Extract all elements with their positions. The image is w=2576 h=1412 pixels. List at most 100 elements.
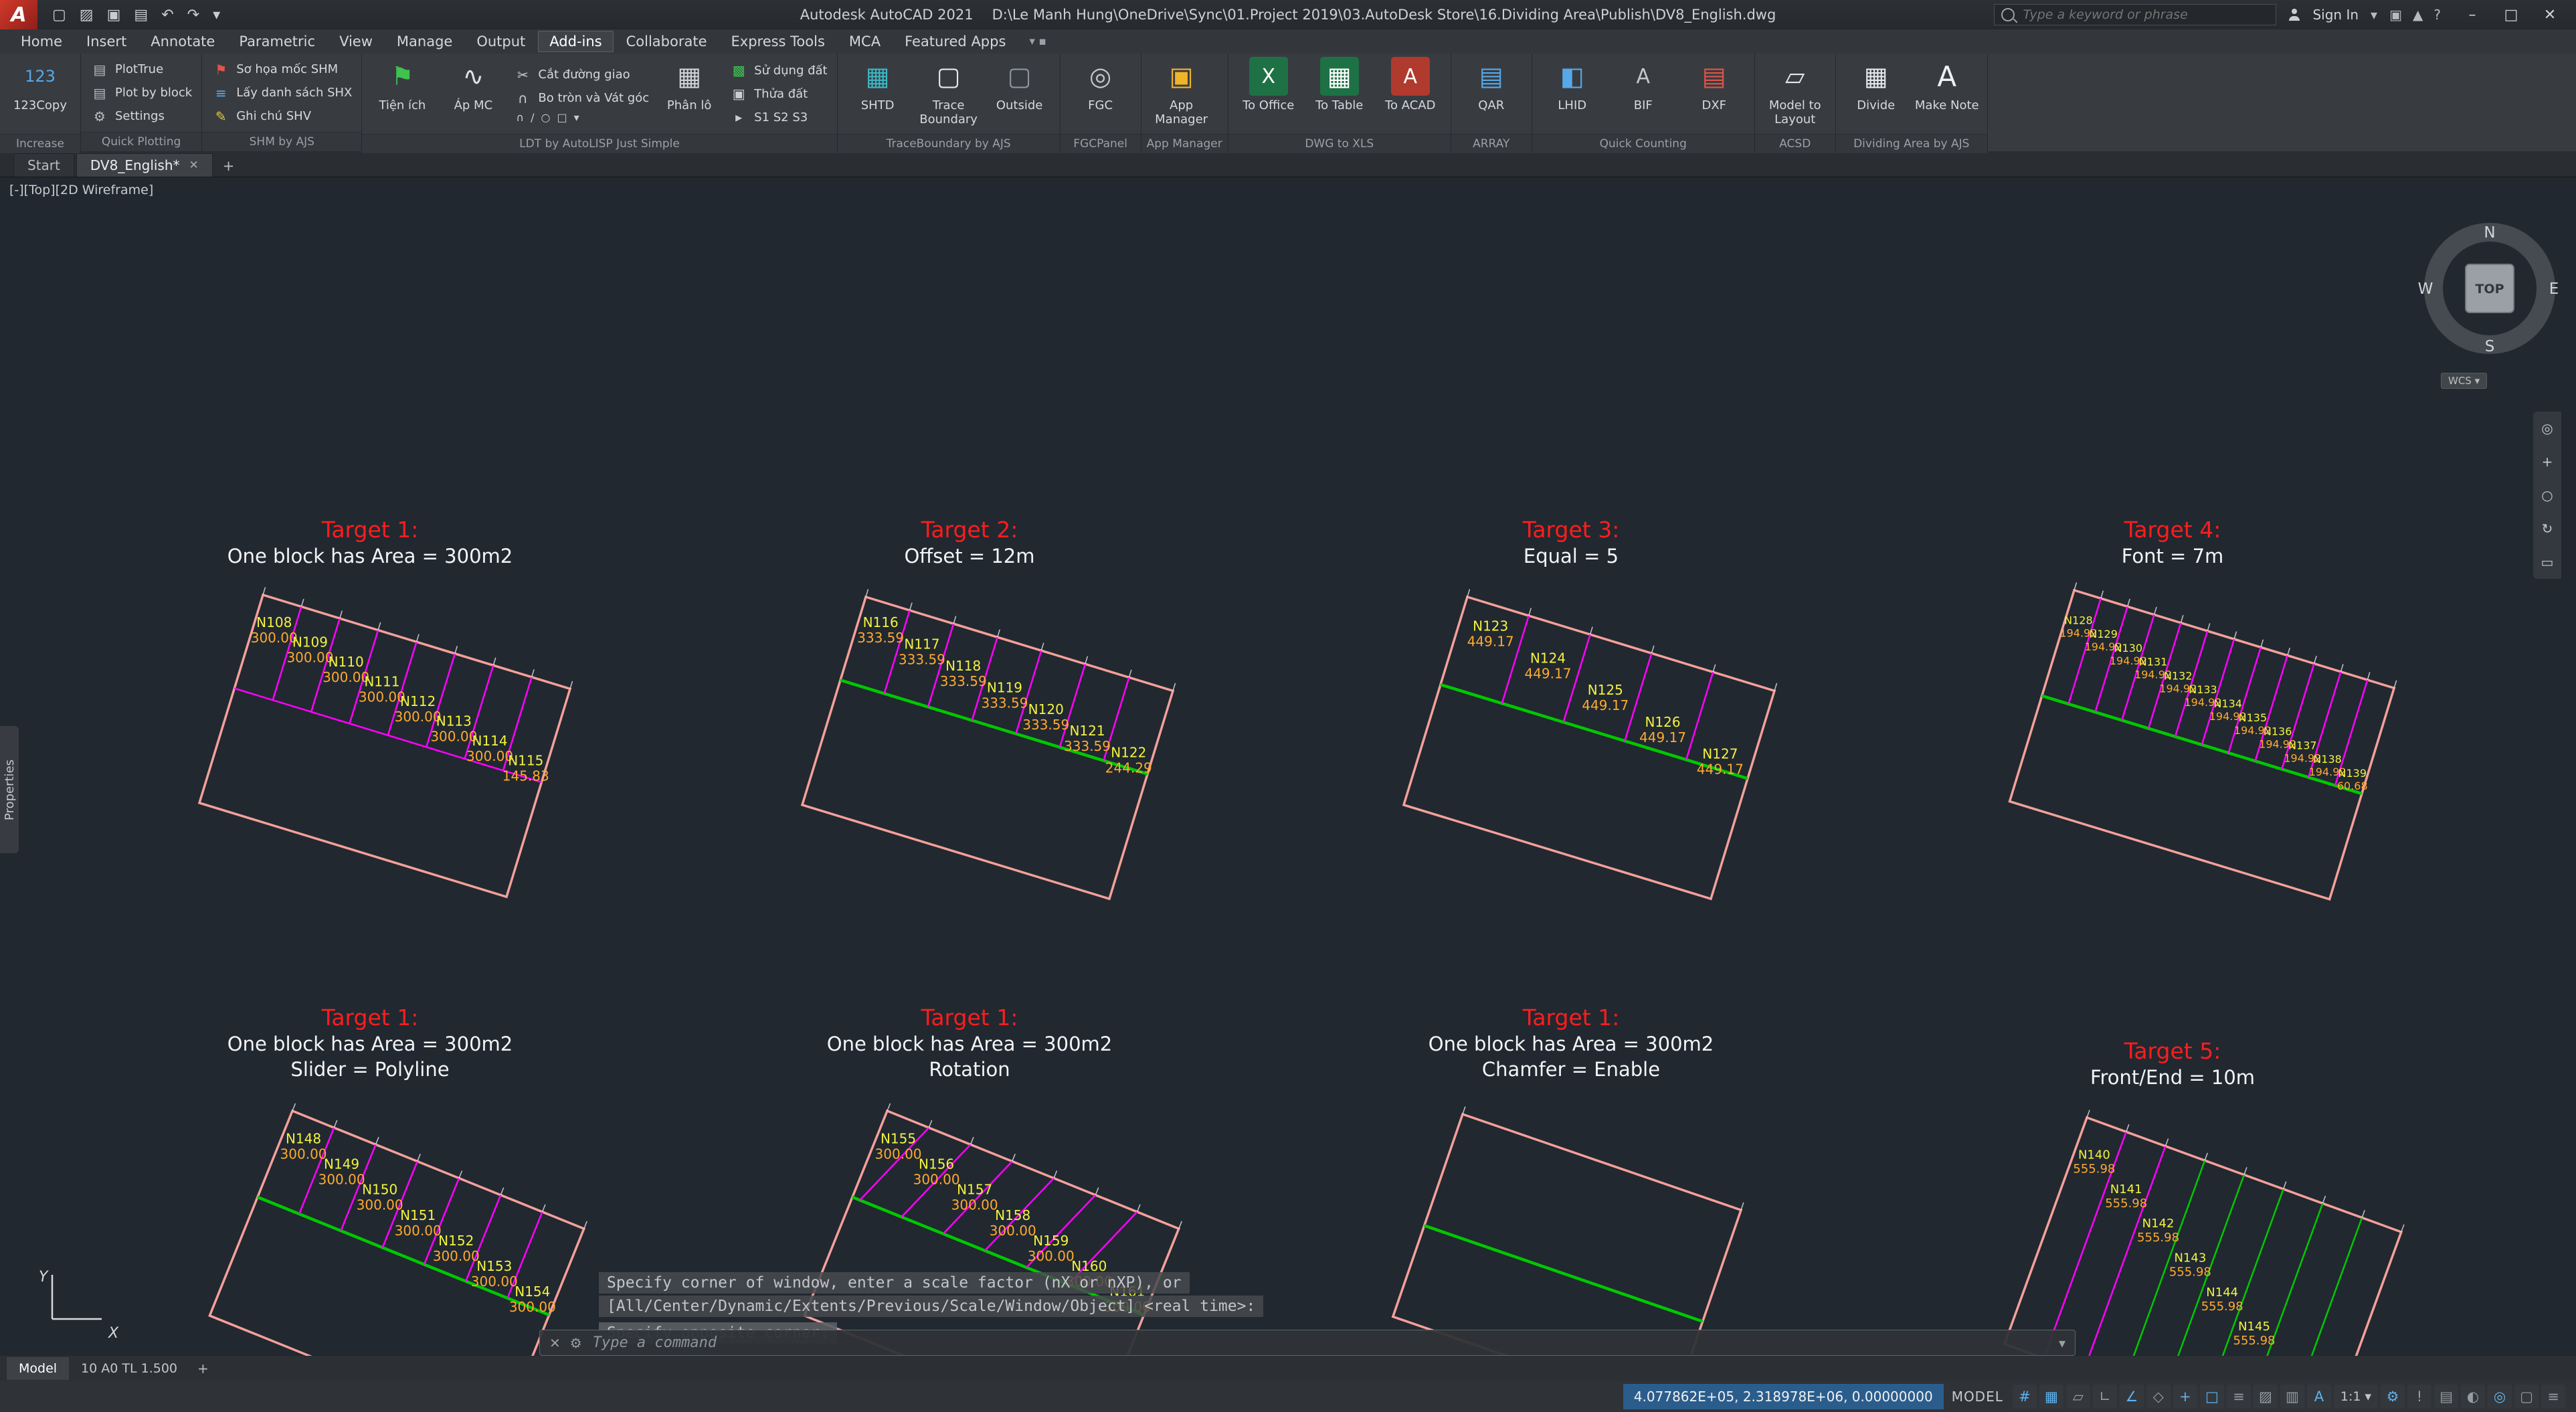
- isodraft-icon[interactable]: ◇: [2146, 1385, 2171, 1409]
- divide-button[interactable]: ▦Divide: [1841, 55, 1911, 133]
- menu-tab-view[interactable]: View: [328, 31, 384, 52]
- plot-icon[interactable]: ▤: [134, 7, 148, 23]
- tab-dv8-english[interactable]: DV8_English* ✕: [76, 153, 213, 177]
- ghi-ch-shv-button[interactable]: ✎Ghi chú SHV: [207, 106, 356, 127]
- close-command-icon[interactable]: ✕: [549, 1335, 561, 1351]
- to-table-button[interactable]: ▦To Table: [1305, 55, 1374, 133]
- command-line-dock[interactable]: ✕ ⚙ Type a command ▾: [539, 1330, 2076, 1356]
- to-office-button[interactable]: XTo Office: [1234, 55, 1303, 133]
- viewcube-east-label[interactable]: E: [2549, 280, 2559, 298]
- ortho-icon[interactable]: ∟: [2093, 1385, 2117, 1409]
- menu-tab-add-ins[interactable]: Add-ins: [538, 31, 613, 52]
- new-tab-button[interactable]: +: [215, 155, 243, 177]
- fgc-button[interactable]: ◎FGC: [1066, 55, 1135, 133]
- zoom-icon[interactable]: ○: [2541, 487, 2553, 503]
- showmotion-icon[interactable]: ▭: [2541, 554, 2554, 570]
- c-t-ng-giao-button[interactable]: ✂Cắt đường giao: [509, 64, 653, 86]
- undo-icon[interactable]: ↶: [161, 7, 173, 23]
- infer-constraints-icon[interactable]: ▱: [2066, 1385, 2090, 1409]
- shtd-button[interactable]: ▦SHTD: [843, 55, 913, 133]
- plottrue-button[interactable]: ▤PlotTrue: [86, 59, 196, 80]
- settings-button[interactable]: ⚙Settings: [86, 106, 196, 127]
- viewcube-north-label[interactable]: N: [2484, 224, 2495, 242]
- annotation-scale-selector[interactable]: 1:1 ▾: [2334, 1385, 2378, 1409]
- dxf-button[interactable]: ▤DXF: [1679, 55, 1749, 133]
- menu-tab-featured-apps[interactable]: Featured Apps: [893, 31, 1017, 52]
- wcs-selector[interactable]: WCS ▾: [2441, 373, 2487, 389]
- plot-by-block-button[interactable]: ▤Plot by block: [86, 82, 196, 104]
- sign-in-dropdown-icon[interactable]: ▾: [2371, 7, 2377, 23]
- lineweight-icon[interactable]: ≡: [2227, 1385, 2251, 1409]
- selection-cycling-icon[interactable]: ▥: [2280, 1385, 2304, 1409]
- store-icon[interactable]: ▣: [2389, 7, 2402, 23]
- th-a-t-button[interactable]: ▣Thửa đất: [725, 83, 831, 104]
- ph-n-l-button[interactable]: ▦Phân lô: [654, 55, 724, 133]
- to-acad-button[interactable]: ATo ACAD: [1376, 55, 1445, 133]
- model-to-layout-button[interactable]: ▱Model to Layout: [1760, 55, 1830, 133]
- minimize-button[interactable]: –: [2453, 0, 2492, 29]
- command-input[interactable]: Type a command: [593, 1334, 2048, 1351]
- trace-boundary-button[interactable]: ▢Trace Boundary: [914, 55, 984, 133]
- quick-properties-icon[interactable]: ▤: [2434, 1385, 2458, 1409]
- s1-s2-s3-button[interactable]: ▸S1 S2 S3: [725, 106, 831, 128]
- polar-tracking-icon[interactable]: ∠: [2120, 1385, 2144, 1409]
- menu-tab-annotate[interactable]: Annotate: [139, 31, 226, 52]
- menu-tab-manage[interactable]: Manage: [385, 31, 464, 52]
- new-file-icon[interactable]: ▢: [52, 7, 66, 23]
- tab-model[interactable]: Model: [7, 1357, 69, 1380]
- bif-button[interactable]: ABIF: [1608, 55, 1678, 133]
- model-space-badge[interactable]: MODEL: [1952, 1389, 2003, 1405]
- clean-screen-icon[interactable]: ▢: [2514, 1385, 2539, 1409]
- properties-palette-tab[interactable]: Properties: [0, 726, 19, 853]
- navigation-wheel-icon[interactable]: ◎: [2541, 420, 2553, 436]
- close-button[interactable]: ✕: [2531, 0, 2569, 29]
- graphics-performance-icon[interactable]: ◎: [2488, 1385, 2512, 1409]
- l-y-danh-s-ch-shx-button[interactable]: ≡Lấy danh sách SHX: [207, 82, 356, 104]
- qat-dropdown-icon[interactable]: ▾: [213, 7, 220, 23]
- customize-command-icon[interactable]: ⚙: [570, 1335, 582, 1351]
- object-snap-icon[interactable]: □: [2200, 1385, 2224, 1409]
- add-layout-button[interactable]: +: [189, 1358, 217, 1379]
- viewport-controls-label[interactable]: [-][Top][2D Wireframe]: [9, 183, 153, 197]
- object-snap-tracking-icon[interactable]: +: [2173, 1385, 2197, 1409]
- notification-icon[interactable]: ▲: [2413, 7, 2423, 23]
- navigation-bar[interactable]: ◎ + ○ ↻ ▭: [2533, 412, 2561, 579]
- menu-tab-home[interactable]: Home: [9, 31, 74, 52]
- orbit-icon[interactable]: ↻: [2542, 521, 2553, 537]
- menu-tab-express-tools[interactable]: Express Tools: [720, 31, 836, 52]
- tab-close-icon[interactable]: ✕: [189, 159, 199, 172]
- make-note-button[interactable]: AMake Note: [1912, 55, 1982, 133]
- 123copy-button[interactable]: 123123Copy: [5, 55, 75, 133]
- coordinates-display[interactable]: 4.077862E+05, 2.318978E+06, 0.00000000: [1623, 1384, 1944, 1409]
- menu-tab-mca[interactable]: MCA: [838, 31, 892, 52]
- viewcube-top-face[interactable]: TOP: [2475, 282, 2504, 296]
- save-icon[interactable]: ▣: [107, 7, 121, 23]
- snap-mode-icon[interactable]: ▦: [2039, 1385, 2063, 1409]
- redo-icon[interactable]: ↷: [187, 7, 199, 23]
- viewcube-west-label[interactable]: W: [2418, 280, 2433, 298]
- recent-commands-icon[interactable]: ▾: [2059, 1335, 2065, 1351]
- tab-start[interactable]: Start: [13, 153, 74, 177]
- menu-tab-parametric[interactable]: Parametric: [227, 31, 327, 52]
- bo-tr-n-v-v-t-g-c-button[interactable]: ∩Bo tròn và Vát góc: [509, 88, 653, 109]
- search-input[interactable]: [2021, 7, 2245, 23]
- grid-icon[interactable]: #: [2013, 1385, 2037, 1409]
- annotation-visibility-icon[interactable]: A: [2307, 1385, 2331, 1409]
- help-icon[interactable]: ?: [2433, 7, 2441, 23]
- customization-icon[interactable]: ≡: [2541, 1385, 2565, 1409]
- maximize-button[interactable]: □: [2492, 0, 2531, 29]
- s-d-ng-t-button[interactable]: ▩Sử dụng đất: [725, 60, 831, 81]
- app-manager-button[interactable]: ▣App Manager: [1147, 55, 1216, 133]
- workspace-switching-icon[interactable]: ⚙: [2381, 1385, 2405, 1409]
- qar-button[interactable]: ▤QAR: [1457, 55, 1526, 133]
- transparency-icon[interactable]: ▨: [2253, 1385, 2278, 1409]
- pan-icon[interactable]: +: [2542, 454, 2553, 470]
- viewcube-south-label[interactable]: S: [2485, 338, 2495, 355]
- sign-in-button[interactable]: Sign In: [2312, 7, 2359, 23]
- menu-tab-collaborate[interactable]: Collaborate: [615, 31, 719, 52]
- p-mc-button[interactable]: ∿Áp MC: [438, 55, 508, 133]
- search-box[interactable]: [1994, 4, 2276, 25]
- menu-tab-output[interactable]: Output: [465, 31, 537, 52]
- ribbon-display-toggle-icon[interactable]: ▾ ▪: [1029, 35, 1046, 48]
- outside-button[interactable]: ▢Outside: [985, 55, 1054, 133]
